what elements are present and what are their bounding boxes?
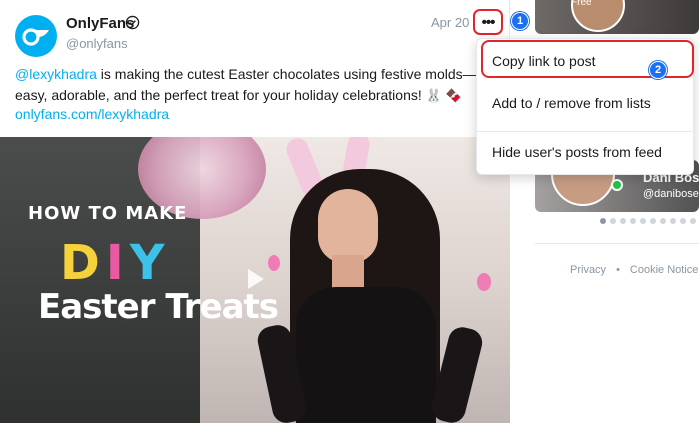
step-badge-2: 2 — [649, 61, 667, 79]
cookie-notice-link[interactable]: Cookie Notice — [630, 264, 698, 276]
carousel-dot[interactable] — [600, 218, 606, 224]
caption-emojis: 🐰 🍫 — [425, 88, 462, 103]
media-title-diy-i: I — [105, 235, 130, 291]
carousel-pagination — [600, 218, 696, 224]
online-status-icon — [611, 179, 623, 191]
add-to-lists-menu-item[interactable]: Add to / remove from lists — [477, 83, 695, 123]
carousel-dot[interactable] — [670, 218, 676, 224]
carousel-dot[interactable] — [660, 218, 666, 224]
carousel-dot[interactable] — [690, 218, 696, 224]
suggestion-handle[interactable]: @danibose — [643, 188, 699, 200]
lollipop-right — [477, 273, 491, 291]
post-link[interactable]: onlyfans.com/lexykhadra — [15, 106, 169, 122]
hide-posts-menu-item[interactable]: Hide user's posts from feed — [477, 131, 695, 171]
more-icon: ••• — [481, 13, 496, 31]
free-badge: Free — [571, 0, 592, 8]
privacy-link[interactable]: Privacy — [570, 264, 606, 276]
media-title-diy: DIY — [60, 235, 170, 291]
divider — [535, 243, 699, 244]
person-face — [318, 189, 378, 263]
person-body — [296, 287, 436, 423]
carousel-dot[interactable] — [680, 218, 686, 224]
footer-links: Privacy • Cookie Notice — [570, 264, 698, 276]
carousel-dot[interactable] — [610, 218, 616, 224]
author-handle[interactable]: @onlyfans — [66, 36, 128, 51]
footer-separator: • — [616, 264, 620, 276]
media-title-line1: HOW TO MAKE — [28, 203, 188, 224]
media-title-line3: Easter Treats — [38, 287, 279, 327]
carousel-dot[interactable] — [620, 218, 626, 224]
more-options-button[interactable]: ••• — [473, 9, 503, 35]
suggestion-card-top[interactable]: Free — [535, 0, 699, 34]
post-date: Apr 20 — [431, 15, 470, 30]
onlyfans-logo-icon[interactable] — [15, 15, 57, 57]
media-title-diy-y: Y — [129, 235, 171, 291]
verified-icon — [125, 15, 140, 30]
post-card: OnlyFans @onlyfans Apr 20 ••• @lexykhadr… — [0, 0, 510, 423]
step-badge-1: 1 — [511, 12, 529, 30]
post-caption: @lexykhadra is making the cutest Easter … — [15, 64, 495, 106]
post-media[interactable]: HOW TO MAKE DIY Easter Treats — [0, 137, 510, 423]
carousel-dot[interactable] — [630, 218, 636, 224]
carousel-dot[interactable] — [640, 218, 646, 224]
carousel-dot[interactable] — [650, 218, 656, 224]
caption-mention[interactable]: @lexykhadra — [15, 66, 97, 82]
media-title-diy-d: D — [60, 235, 106, 291]
lollipop-left — [268, 255, 280, 271]
play-icon[interactable] — [248, 269, 264, 289]
